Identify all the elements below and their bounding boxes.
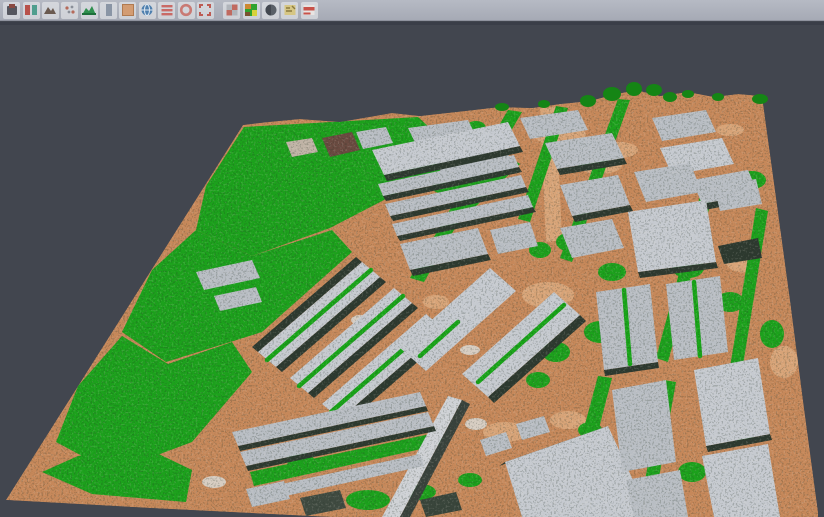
globe-view-icon <box>139 2 155 18</box>
viewport-3d-scene[interactable] <box>0 22 824 517</box>
ortho-tile-button[interactable] <box>119 2 136 19</box>
import-data-icon <box>4 2 20 18</box>
terrain-green-button[interactable] <box>81 2 98 19</box>
application-window <box>0 0 824 517</box>
panel-view-button[interactable] <box>100 2 117 19</box>
crop-region-button[interactable] <box>197 2 214 19</box>
viewport-top-inset <box>0 22 824 25</box>
layer-stack-button[interactable] <box>158 2 175 19</box>
terrain-dark-icon <box>42 2 58 18</box>
globe-view-button[interactable] <box>139 2 156 19</box>
tree-canopy <box>580 95 596 107</box>
scatter-points-icon <box>62 2 78 18</box>
tree-canopy <box>712 93 724 101</box>
crop-region-icon <box>197 2 213 18</box>
flag-marker-icon <box>301 2 317 18</box>
layer-stack-icon <box>159 2 175 18</box>
main-toolbar <box>0 0 824 21</box>
annotation-note-icon <box>282 2 298 18</box>
checker-filter-button[interactable] <box>223 2 240 19</box>
sphere-shade-icon <box>263 2 279 18</box>
scatter-points-button[interactable] <box>61 2 78 19</box>
target-ring-button[interactable] <box>178 2 195 19</box>
checker-filter-icon <box>224 2 240 18</box>
tree-canopy <box>682 90 694 98</box>
split-compare-button[interactable] <box>23 2 40 19</box>
sphere-shade-button[interactable] <box>262 2 279 19</box>
tree-canopy <box>626 82 642 96</box>
import-data-button[interactable] <box>3 2 20 19</box>
tree-canopy <box>646 84 662 96</box>
terrain-dark-button[interactable] <box>42 2 59 19</box>
flag-marker-button[interactable] <box>301 2 318 19</box>
tree-canopy <box>752 94 768 104</box>
classification-map-icon <box>243 2 259 18</box>
tree-canopy <box>603 87 621 101</box>
classification-map-button[interactable] <box>243 2 260 19</box>
target-ring-icon <box>178 2 194 18</box>
annotation-note-button[interactable] <box>281 2 298 19</box>
tree-canopy <box>495 103 509 111</box>
tree-canopy <box>538 100 550 108</box>
panel-view-icon <box>101 2 117 18</box>
tree-canopy <box>663 92 677 102</box>
viewport-3d[interactable] <box>0 22 824 517</box>
split-compare-icon <box>23 2 39 18</box>
ortho-tile-icon <box>120 2 136 18</box>
terrain-green-icon <box>81 2 97 18</box>
